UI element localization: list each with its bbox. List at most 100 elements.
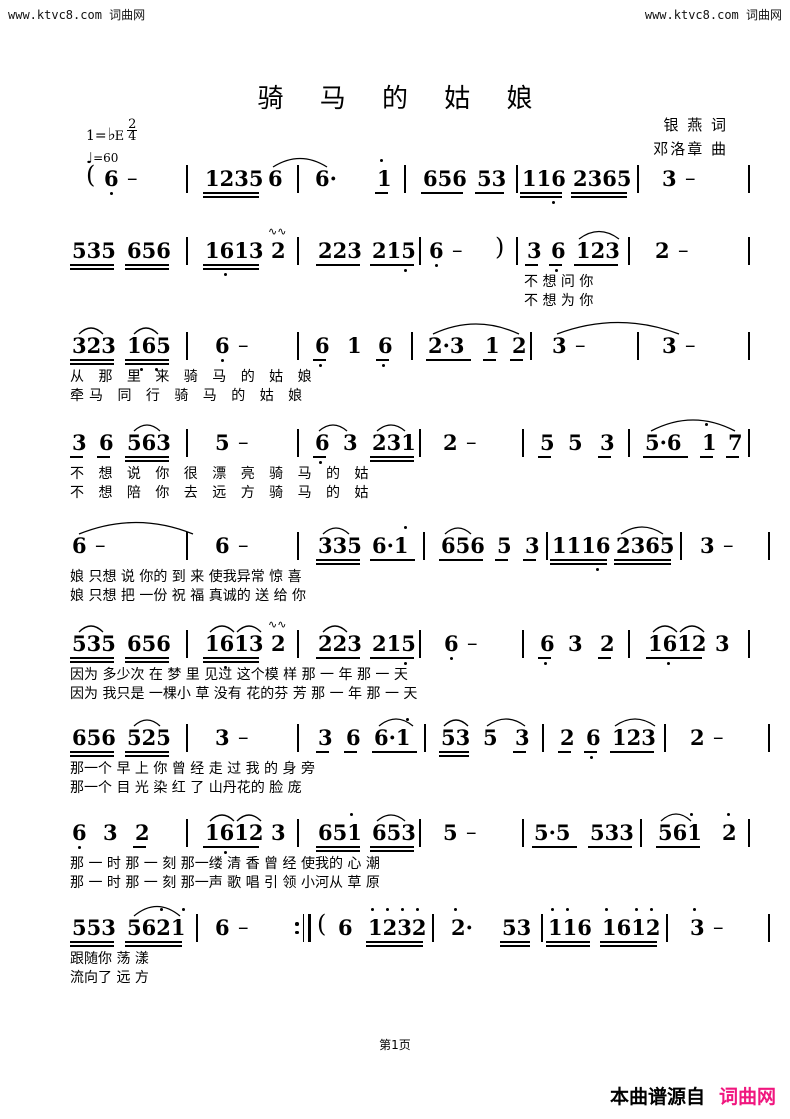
note: 3 — [715, 631, 730, 656]
beam — [370, 456, 414, 458]
note: 5 — [568, 430, 583, 455]
octave-dot-low — [319, 461, 323, 465]
slur — [486, 713, 526, 727]
note-group: 123 — [576, 238, 620, 263]
note-dotted: 6· — [315, 166, 337, 191]
octave-dot-high — [605, 908, 609, 912]
barline — [748, 237, 750, 265]
lyrics-verse-2: 那 一 时 那 一 刻 那一声 歌 唱 引 领 小河从 草 原 — [70, 875, 380, 891]
note-group: 1612 — [205, 820, 264, 845]
note: 1 — [702, 430, 717, 455]
note: 1 — [347, 333, 362, 358]
note-group: 2365 — [616, 533, 675, 558]
beam — [550, 559, 607, 561]
slur — [236, 620, 262, 633]
barline — [186, 165, 188, 193]
beam — [370, 657, 414, 659]
beam — [546, 941, 590, 943]
slur — [652, 620, 678, 633]
slur — [432, 317, 520, 335]
barline — [419, 630, 421, 658]
source-prefix: 本曲谱源自 — [609, 1086, 705, 1108]
beam — [97, 456, 110, 458]
slur — [378, 713, 414, 727]
note-group: 533 — [590, 820, 634, 845]
note: 3 — [271, 820, 286, 845]
note-dotted: 2·3 — [428, 333, 465, 358]
note: 6 — [215, 915, 230, 940]
lyrics-verse-1: 跟随你 荡 漾 — [70, 951, 149, 967]
beam — [70, 755, 114, 757]
dash: – — [575, 333, 586, 357]
note-group: 656 — [127, 631, 171, 656]
note-group: 116 — [522, 166, 566, 191]
lyrics-verse-2: 娘 只想 把 一份 祝 福 真诚的 送 给 你 — [70, 588, 307, 604]
barline — [186, 630, 188, 658]
slur — [133, 900, 181, 917]
lyrics-verse-2: 流向了 远 方 — [70, 970, 149, 986]
beam — [316, 751, 329, 753]
lyrics-verse-2: 牵马 同 行 骑 马 的 姑 娘 — [70, 388, 308, 404]
octave-dot-low — [552, 201, 556, 205]
beam — [584, 751, 597, 753]
note: 3 — [525, 533, 540, 558]
octave-dot-high — [635, 908, 639, 912]
note: 5 — [215, 430, 230, 455]
slur — [650, 413, 736, 432]
beam — [370, 850, 414, 852]
note: 1 — [377, 166, 392, 191]
note-group: 223 — [318, 238, 362, 263]
note-group: 1612 — [602, 915, 661, 940]
beam — [370, 460, 414, 462]
note-group: 656 — [423, 166, 467, 191]
note-group: 1613 — [205, 631, 264, 656]
score-line-9: 553 5621 6 – ( 6 1232 2· 53 116 1612 3 –… — [0, 905, 790, 997]
octave-dot-high — [454, 908, 458, 912]
barline — [297, 630, 299, 658]
slur — [318, 419, 348, 432]
dash: – — [685, 166, 696, 190]
barline — [748, 819, 750, 847]
dash: – — [452, 238, 463, 262]
octave-dot-low — [667, 662, 671, 666]
watermark-right: www.ktvc8.com 词曲网 — [644, 8, 782, 22]
close-paren: ) — [495, 233, 505, 261]
beam — [610, 751, 654, 753]
slur — [660, 808, 692, 822]
octave-dot-low — [224, 851, 228, 855]
beam — [125, 941, 182, 943]
barline — [637, 165, 639, 193]
key-signature-block: 1= ♭ E 2 4 ♩=60 — [86, 118, 138, 167]
dash: – — [238, 333, 249, 357]
barline — [516, 165, 518, 193]
note-group: 53 — [477, 166, 507, 191]
note-group: 53 — [502, 915, 532, 940]
barline — [186, 332, 188, 360]
note: 3 — [662, 166, 677, 191]
beam — [375, 192, 388, 194]
slur — [78, 620, 104, 633]
beam — [133, 846, 146, 848]
beam — [125, 359, 169, 361]
score-line-7: 656 525 3 – 3 6 6·1 53 5 3 2 6 123 2 – 那… — [0, 718, 790, 807]
barline — [297, 237, 299, 265]
note-group: 215 — [372, 631, 416, 656]
time-signature-denominator: 4 — [128, 129, 137, 144]
beam — [500, 945, 530, 947]
note-group: 656 — [127, 238, 171, 263]
note-group: 525 — [127, 725, 171, 750]
note-dotted: 6·1 — [374, 725, 411, 750]
beam — [316, 846, 360, 848]
score-line-1: ( 6 – 1235 6 6· 1 656 53 116 2365 3 – — [0, 157, 790, 214]
note-group: 535 — [72, 238, 116, 263]
beam — [513, 751, 526, 753]
note: 1 — [485, 333, 500, 358]
note-dotted: 5·5 — [534, 820, 571, 845]
beam — [316, 264, 360, 266]
beam — [203, 196, 259, 198]
beam — [125, 363, 169, 365]
beam — [600, 945, 657, 947]
barline — [637, 332, 639, 360]
note: 3 — [215, 725, 230, 750]
barline — [297, 429, 299, 457]
